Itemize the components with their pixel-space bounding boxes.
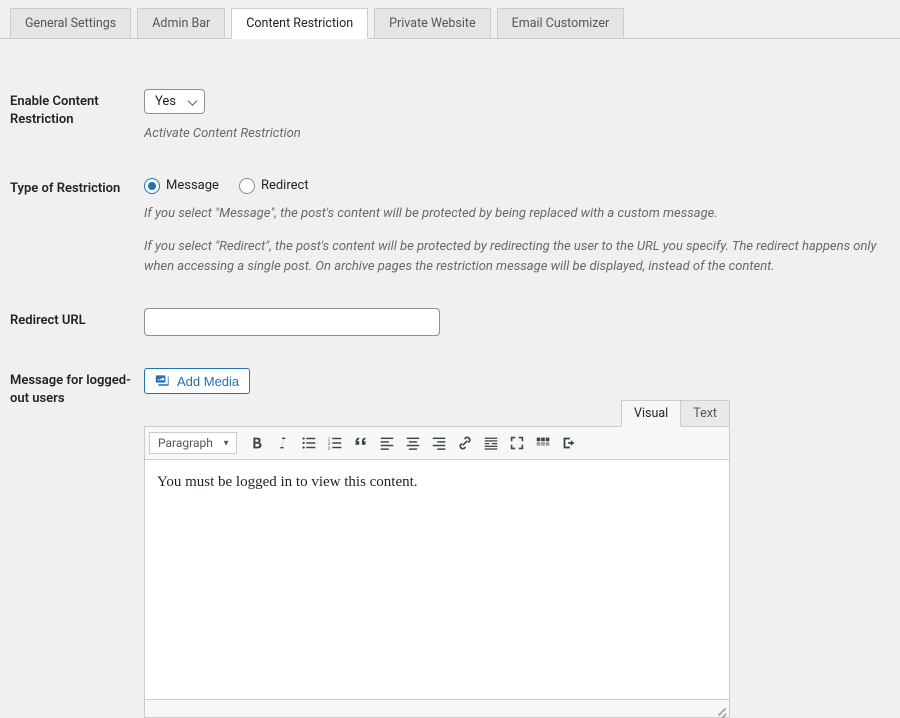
add-media-button[interactable]: Add Media — [144, 368, 250, 394]
exit-icon — [560, 434, 578, 452]
tab-admin-bar[interactable]: Admin Bar — [137, 8, 225, 38]
radio-circle-icon — [144, 178, 160, 194]
bullet-list-button[interactable] — [297, 431, 321, 455]
align-center-button[interactable] — [401, 431, 425, 455]
link-icon — [456, 434, 474, 452]
wysiwyg-editor: Visual Text Paragraph 123 — [144, 400, 730, 718]
add-media-label: Add Media — [177, 374, 239, 389]
row-message-logged-out: Message for logged-out users Add Media V… — [10, 368, 890, 718]
tab-content-restriction[interactable]: Content Restriction — [231, 8, 368, 39]
italic-icon — [274, 434, 292, 452]
tab-general-settings[interactable]: General Settings — [10, 8, 131, 38]
insert-more-button[interactable] — [479, 431, 503, 455]
editor-tab-text[interactable]: Text — [681, 400, 730, 427]
bold-button[interactable] — [245, 431, 269, 455]
editor-mode-tabs: Visual Text — [144, 400, 730, 427]
label-redirect-url: Redirect URL — [10, 308, 144, 330]
tab-email-customizer[interactable]: Email Customizer — [497, 8, 625, 38]
enable-content-restriction-select[interactable]: Yes — [144, 89, 205, 114]
resize-handle[interactable] — [715, 703, 727, 715]
align-center-icon — [404, 434, 422, 452]
help-restriction-message: If you select "Message", the post's cont… — [144, 204, 890, 224]
radio-circle-icon — [239, 178, 255, 194]
radio-label-message: Message — [166, 178, 219, 193]
tab-panel-content-restriction: Enable Content Restriction Yes Activate … — [0, 89, 900, 718]
paragraph-format-select[interactable]: Paragraph — [149, 432, 237, 454]
editor-toolbar: Paragraph 123 — [144, 426, 730, 460]
row-redirect-url: Redirect URL — [10, 308, 890, 336]
editor-tab-visual[interactable]: Visual — [621, 400, 681, 427]
toolbar-toggle-icon — [534, 434, 552, 452]
fullscreen-icon — [508, 434, 526, 452]
insert-more-icon — [482, 434, 500, 452]
svg-text:3: 3 — [328, 445, 331, 450]
editor-content-text: You must be logged in to view this conte… — [157, 474, 418, 490]
label-enable-content-restriction: Enable Content Restriction — [10, 89, 144, 129]
blockquote-button[interactable] — [349, 431, 373, 455]
label-type-of-restriction: Type of Restriction — [10, 176, 144, 198]
row-enable-content-restriction: Enable Content Restriction Yes Activate … — [10, 89, 890, 144]
toolbar-toggle-button[interactable] — [531, 431, 555, 455]
numbered-list-icon: 123 — [326, 434, 344, 452]
link-button[interactable] — [453, 431, 477, 455]
distraction-free-button[interactable] — [557, 431, 581, 455]
align-left-button[interactable] — [375, 431, 399, 455]
fullscreen-button[interactable] — [505, 431, 529, 455]
blockquote-icon — [352, 434, 370, 452]
radio-message[interactable]: Message — [144, 178, 219, 194]
row-type-of-restriction: Type of Restriction Message Redirect If … — [10, 176, 890, 277]
italic-button[interactable] — [271, 431, 295, 455]
help-restriction-redirect: If you select "Redirect", the post's con… — [144, 237, 890, 276]
label-message-logged-out: Message for logged-out users — [10, 368, 144, 408]
bold-icon — [248, 434, 266, 452]
align-right-icon — [430, 434, 448, 452]
help-enable-content-restriction: Activate Content Restriction — [144, 124, 890, 144]
redirect-url-input[interactable] — [144, 308, 440, 336]
settings-tabs: General Settings Admin Bar Content Restr… — [0, 0, 900, 39]
select-value: Yes — [155, 94, 176, 109]
radio-label-redirect: Redirect — [261, 178, 309, 193]
editor-status-bar — [144, 700, 730, 718]
tab-private-website[interactable]: Private Website — [374, 8, 491, 38]
numbered-list-button[interactable]: 123 — [323, 431, 347, 455]
add-media-icon — [155, 373, 171, 389]
bullet-list-icon — [300, 434, 318, 452]
align-right-button[interactable] — [427, 431, 451, 455]
restriction-type-radio-group: Message Redirect — [144, 176, 890, 194]
radio-redirect[interactable]: Redirect — [239, 178, 309, 194]
editor-content-area[interactable]: You must be logged in to view this conte… — [144, 460, 730, 700]
align-left-icon — [378, 434, 396, 452]
